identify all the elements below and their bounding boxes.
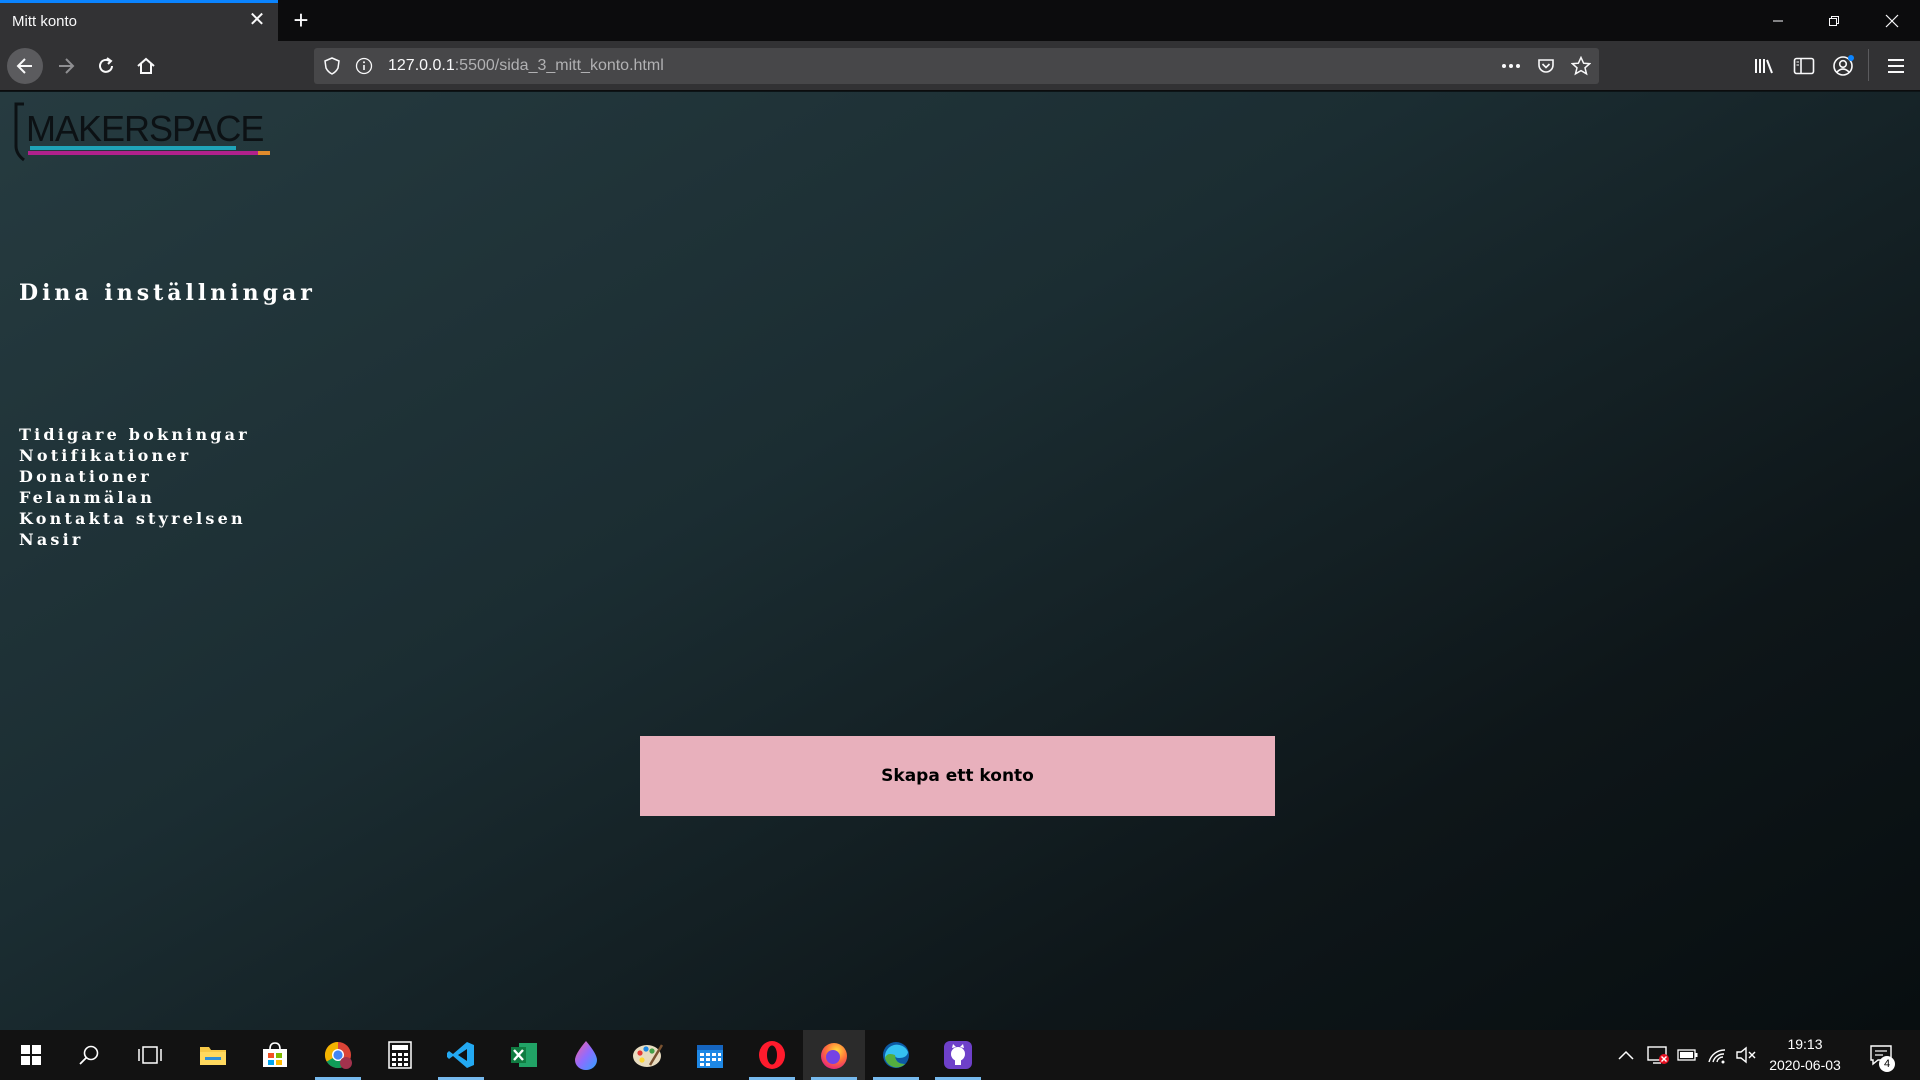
taskbar-paint3d[interactable] [555,1030,617,1080]
clock-time: 19:13 [1787,1036,1823,1052]
volume-muted-icon [1736,1046,1756,1064]
bookmark-star-icon[interactable] [1571,56,1591,76]
github-desktop-icon [944,1041,972,1069]
wifi-icon [1708,1049,1726,1064]
file-explorer-icon [200,1047,226,1065]
taskbar-firefox[interactable] [803,1030,865,1080]
tray-network-button[interactable] [1704,1030,1732,1080]
sidebar-toggle-icon[interactable] [1792,54,1816,78]
logo-text: MAKERSPACE [26,108,264,149]
restore-button[interactable] [1806,0,1862,41]
page-title: Dina inställningar [19,280,316,306]
task-view-icon [138,1046,162,1064]
new-tab-button[interactable]: + [286,6,316,36]
opera-icon [759,1041,785,1069]
toolbar-separator [1868,49,1869,81]
start-button[interactable] [0,1030,62,1080]
calendar-icon [697,1045,723,1068]
taskbar-calendar[interactable] [679,1030,741,1080]
menu-item-notifikationer[interactable]: Notifikationer [19,445,250,466]
menu-item-kontakta-styrelsen[interactable]: Kontakta styrelsen [19,508,250,529]
taskbar-clock[interactable]: 19:13 2020-06-03 [1760,1034,1850,1076]
home-button[interactable] [128,48,164,84]
battery-icon [1677,1049,1698,1061]
navigation-toolbar: 127.0.0.1:5500/sida_3_mitt_konto.html [0,41,1920,91]
chevron-up-icon [1618,1050,1634,1060]
tab-title: Mitt konto [12,13,78,30]
library-icon[interactable] [1752,54,1776,78]
minimize-button[interactable] [1750,0,1806,41]
task-view-button[interactable] [119,1030,181,1080]
tray-battery-button[interactable] [1674,1030,1702,1080]
page-actions-icon[interactable] [1501,56,1521,76]
minimize-icon [1773,20,1783,21]
url-path: :5500/sida_3_mitt_konto.html [454,57,664,74]
create-account-button[interactable]: Skapa ett konto [640,736,1275,816]
forward-button[interactable] [48,48,84,84]
pocket-icon[interactable] [1536,56,1556,76]
paint-icon [633,1044,664,1067]
makerspace-logo[interactable]: MAKERSPACE [12,102,274,168]
menu-item-tidigare-bokningar[interactable]: Tidigare bokningar [19,424,250,445]
site-info-icon[interactable] [354,56,374,76]
security-alert-icon [1647,1046,1669,1064]
store-icon [263,1042,287,1067]
close-icon [1885,14,1899,27]
close-tab-icon[interactable]: ✕ [246,9,268,31]
reload-button[interactable] [88,48,124,84]
clock-date: 2020-06-03 [1769,1057,1841,1073]
vscode-icon [447,1042,474,1068]
back-button[interactable] [7,48,43,84]
start-icon [21,1045,41,1065]
taskbar-opera[interactable] [741,1030,803,1080]
taskbar-chrome[interactable] [307,1030,369,1080]
taskbar-vscode[interactable] [430,1030,492,1080]
search-icon [79,1045,99,1065]
tracking-protection-shield-icon[interactable] [322,56,342,76]
restore-icon [1829,15,1839,26]
forward-arrow-icon [59,58,75,74]
edge-icon [883,1042,909,1068]
url-text: 127.0.0.1:5500/sida_3_mitt_konto.html [388,57,664,75]
notification-count-badge: 4 [1879,1056,1895,1072]
windows-taskbar: 19:13 2020-06-03 4 [0,1030,1920,1080]
chrome-icon [324,1041,352,1069]
taskbar-calculator[interactable] [369,1030,431,1080]
taskbar-search-button[interactable] [58,1030,120,1080]
page-content: MAKERSPACE Dina inställningar Tidigare b… [0,92,1920,1030]
account-icon[interactable] [1832,54,1856,78]
firefox-icon [821,1043,847,1069]
menu-item-donationer[interactable]: Donationer [19,466,250,487]
taskbar-file-explorer[interactable] [182,1030,244,1080]
action-center-button[interactable] [1864,1030,1898,1080]
taskbar-github-desktop[interactable] [927,1030,989,1080]
settings-menu: Tidigare bokningar Notifikationer Donati… [19,424,250,550]
taskbar-microsoft-store[interactable] [244,1030,306,1080]
show-hidden-icons-button[interactable] [1614,1030,1638,1080]
tab-strip: Mitt konto ✕ + [0,0,1920,41]
menu-item-felanmalan[interactable]: Felanmälan [19,487,250,508]
tab-mitt-konto[interactable]: Mitt konto ✕ [0,0,278,41]
taskbar-excel[interactable] [493,1030,555,1080]
close-window-button[interactable] [1864,0,1920,41]
taskbar-edge[interactable] [865,1030,927,1080]
home-icon [137,57,155,74]
hamburger-menu-icon[interactable] [1884,54,1908,78]
paint3d-icon [575,1041,597,1070]
tray-volume-button[interactable] [1732,1030,1760,1080]
calculator-icon [388,1041,412,1069]
reload-icon [99,57,113,73]
excel-icon [511,1043,537,1067]
menu-item-nasir[interactable]: Nasir [19,529,250,550]
tray-security-icon[interactable] [1644,1030,1672,1080]
url-bar[interactable]: 127.0.0.1:5500/sida_3_mitt_konto.html [314,48,1599,84]
url-host: 127.0.0.1 [388,57,455,74]
taskbar-paint[interactable] [617,1030,679,1080]
back-arrow-icon [16,58,32,74]
